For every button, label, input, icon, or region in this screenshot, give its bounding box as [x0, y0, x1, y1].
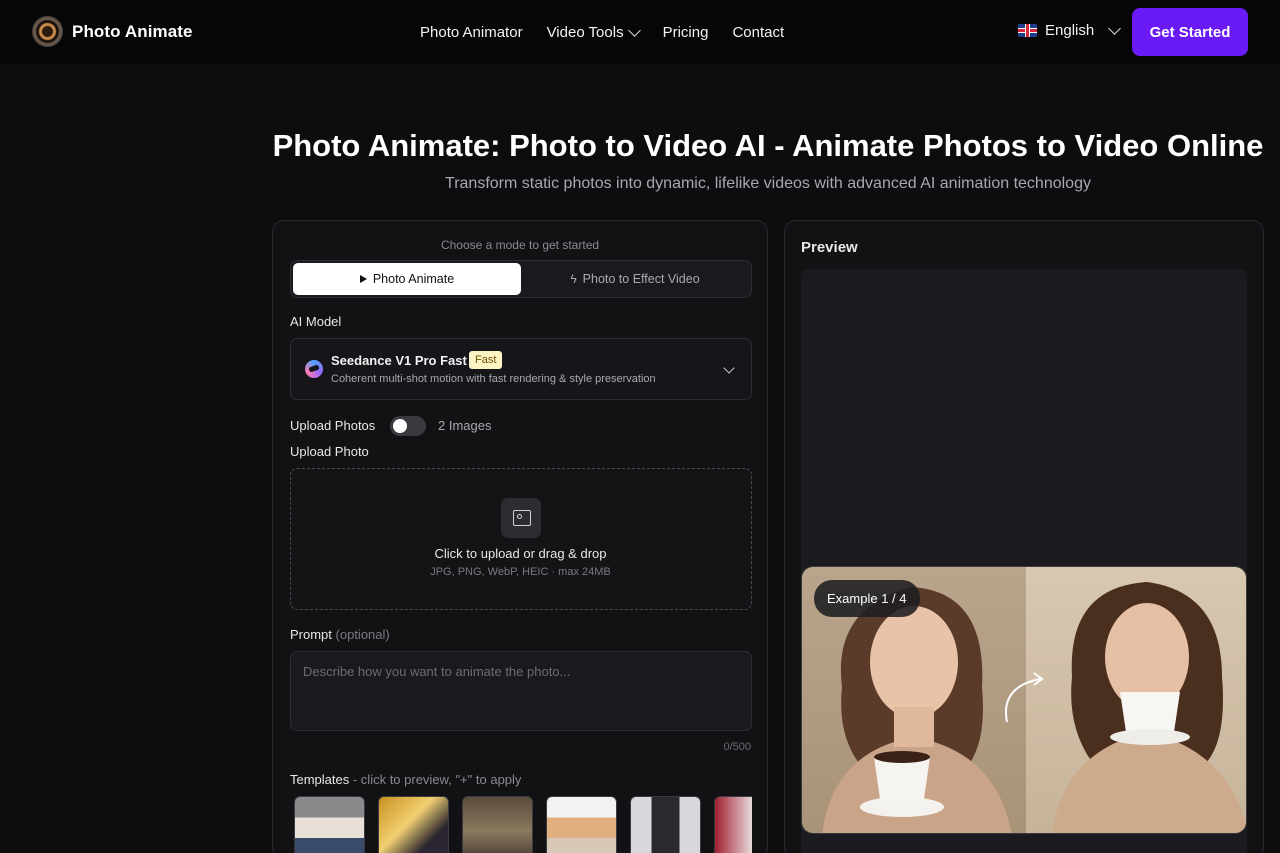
mode-photo-to-effect-video[interactable]: ϟ Photo to Effect Video [521, 263, 749, 295]
multi-image-toggle[interactable] [390, 416, 426, 436]
template-thumb[interactable] [630, 796, 701, 853]
example-badge: Example 1 / 4 [814, 580, 920, 617]
uk-flag-icon [1018, 24, 1037, 37]
model-name: Seedance V1 Pro Fast [331, 353, 467, 368]
templates-hint: - click to preview, "+" to apply [349, 772, 522, 787]
upload-formats: JPG, PNG, WebP, HEIC · max 24MB [430, 566, 611, 578]
preview-title: Preview [801, 239, 858, 256]
prompt-label: Prompt (optional) [290, 627, 390, 642]
mode-label: Photo to Effect Video [582, 272, 700, 286]
char-counter: 0/500 [723, 741, 751, 753]
brand[interactable]: Photo Animate [32, 16, 193, 47]
page-subtitle: Transform static photos into dynamic, li… [445, 175, 1091, 192]
nav-link-label: Pricing [662, 23, 709, 41]
page-title: Photo Animate: Photo to Video AI - Anima… [272, 128, 1264, 163]
toggle-text: 2 Images [438, 418, 492, 433]
mode-switch: Photo Animate ϟ Photo to Effect Video [290, 260, 752, 298]
play-icon [359, 275, 367, 283]
ai-model-label: AI Model [290, 314, 342, 329]
mode-hint: Choose a mode to get started [440, 238, 600, 252]
chevron-down-icon [723, 362, 735, 374]
nav-link-pricing[interactable]: Pricing [663, 24, 709, 41]
nav-link-label: Video Tools [546, 23, 624, 41]
prompt-label-text: Prompt [290, 627, 332, 642]
upload-dropzone[interactable]: Click to upload or drag & drop JPG, PNG,… [290, 468, 752, 610]
template-thumb[interactable] [462, 796, 533, 853]
template-thumb[interactable] [378, 796, 449, 853]
chevron-down-icon [627, 23, 641, 37]
upload-photos-label: Upload Photos [290, 418, 376, 433]
top-nav: Photo Animate Photo Animator Video Tools… [0, 0, 1280, 64]
language-selector[interactable]: English [1018, 22, 1122, 39]
logo-icon [32, 16, 63, 47]
templates-label: Templates - click to preview, "+" to app… [290, 772, 521, 787]
template-thumb[interactable] [294, 796, 365, 853]
model-description: Coherent multi-shot motion with fast ren… [331, 373, 656, 385]
fast-badge: Fast [469, 351, 503, 369]
template-thumb[interactable] [546, 796, 617, 853]
get-started-button[interactable]: Get Started [1132, 8, 1248, 56]
upload-photo-label: Upload Photo [290, 444, 369, 459]
prompt-optional: (optional) [335, 627, 390, 642]
templates-row [294, 796, 752, 853]
nav-link-label: Photo Animator [420, 23, 523, 41]
model-logo-icon [305, 360, 323, 378]
nav-links: Photo Animator Video Tools Pricing Conta… [420, 0, 784, 64]
nav-link-photo-animator[interactable]: Photo Animator [420, 24, 523, 41]
nav-link-label: Contact [732, 23, 785, 41]
toggle-knob [393, 419, 407, 433]
ai-model-select[interactable]: Seedance V1 Pro Fast Fast Coherent multi… [290, 338, 752, 400]
templates-label-text: Templates [290, 772, 350, 787]
chevron-down-icon [1108, 22, 1122, 35]
upload-instructions: Click to upload or drag & drop [434, 546, 607, 561]
mode-label: Photo Animate [372, 272, 455, 286]
image-icon [501, 498, 541, 538]
language-label: English [1045, 22, 1095, 39]
brand-name: Photo Animate [72, 21, 193, 41]
nav-link-contact[interactable]: Contact [732, 24, 784, 41]
template-thumb[interactable] [714, 796, 752, 853]
mode-photo-animate[interactable]: Photo Animate [293, 263, 521, 295]
bolt-icon: ϟ [570, 272, 577, 286]
prompt-input[interactable] [290, 651, 752, 731]
generator-panel: Choose a mode to get started Photo Anima… [272, 220, 768, 853]
nav-link-video-tools[interactable]: Video Tools [546, 23, 641, 41]
